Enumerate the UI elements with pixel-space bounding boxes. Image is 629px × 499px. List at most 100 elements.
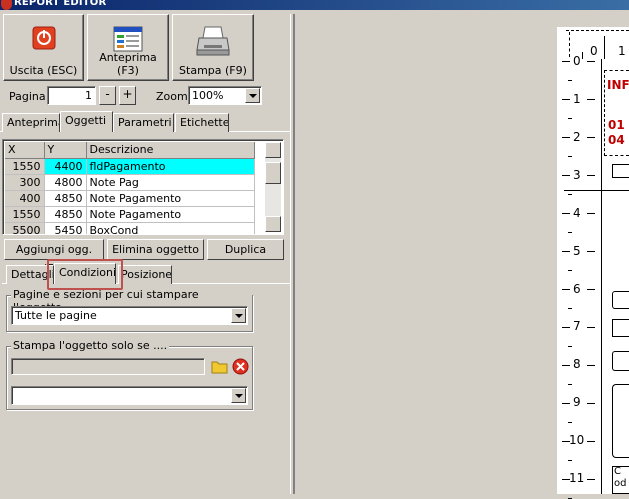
cell-description[interactable]: Note Pag (86, 174, 255, 191)
exit-button[interactable]: Uscita (ESC) (3, 14, 84, 81)
column-header-x[interactable]: X (5, 142, 45, 159)
table-row[interactable]: 1550 4400 fldPagamento (5, 158, 255, 175)
cell-x[interactable]: 300 (5, 174, 45, 191)
print-if-group-title: Stampa l'oggetto solo se .... (11, 339, 170, 352)
add-object-button[interactable]: Aggiungi ogg.(F4) (4, 239, 104, 275)
ruler-tick (562, 327, 570, 328)
scroll-down-icon[interactable] (265, 216, 281, 232)
ruler-tick (568, 194, 572, 195)
preview-line-2: 04 (608, 133, 625, 147)
tab-oggetti[interactable]: Oggetti (60, 111, 113, 132)
scroll-thumb[interactable] (265, 162, 281, 184)
ruler-tick (587, 61, 595, 62)
ruler-tick (568, 156, 572, 157)
ruler-tick (587, 99, 595, 100)
ruler-left-10: 10 (569, 433, 585, 447)
scroll-up-icon[interactable] (265, 142, 281, 158)
tab-etichette[interactable]: Etichette (175, 113, 229, 132)
ruler-tick (587, 327, 595, 328)
ruler-left-11: 11 (569, 471, 585, 485)
tab-anteprima[interactable]: Anteprima (2, 113, 60, 132)
objects-grid[interactable]: X Y Descrizione 1550 4400 fldPagamento 3… (2, 139, 284, 235)
condition-input[interactable] (11, 358, 205, 375)
ruler-tick (568, 384, 572, 385)
table-row[interactable]: 300 4800 Note Pag (5, 174, 255, 191)
delete-object-button[interactable]: Elimina oggetto (107, 239, 204, 260)
cell-y[interactable]: 4400 (44, 158, 87, 175)
power-icon (32, 26, 56, 53)
table-row[interactable]: 5500 5450 BoxCond (5, 222, 255, 234)
column-header-y[interactable]: Y (44, 142, 87, 159)
grid-scrollbar[interactable] (265, 142, 281, 232)
ruler-left-5: 5 (573, 244, 581, 258)
tab-parametri[interactable]: Parametri (113, 113, 174, 132)
ruler-tick (562, 175, 570, 176)
ruler-tick (587, 137, 595, 138)
cell-y[interactable]: 4850 (44, 190, 87, 207)
cell-y[interactable]: 4850 (44, 206, 87, 223)
ruler-tick (587, 289, 595, 290)
ruler-tick (562, 213, 570, 214)
page-prev-button[interactable]: - (99, 86, 116, 105)
preview-button[interactable]: Anteprima (F3) (87, 14, 169, 81)
table-row[interactable]: 400 4850 Note Pagamento (5, 190, 255, 207)
ruler-tick (562, 251, 570, 252)
ruler-tick (562, 99, 570, 100)
cell-y[interactable]: 4800 (44, 174, 87, 191)
cell-y[interactable]: 5450 (44, 222, 87, 234)
chevron-down-icon[interactable] (245, 88, 260, 103)
duplicate-button[interactable]: Duplica (207, 239, 284, 260)
ruler-tick (587, 403, 595, 404)
cell-x[interactable]: 1550 (5, 206, 45, 223)
ruler-left-1: 1 (573, 92, 581, 106)
cell-x[interactable]: 5500 (5, 222, 45, 234)
folder-icon[interactable] (211, 358, 228, 375)
ruler-tick (562, 365, 570, 366)
ruler-tick (587, 479, 595, 480)
ruler-left-3: 3 (573, 168, 581, 182)
delete-icon[interactable] (232, 358, 249, 375)
tab-posizione[interactable]: Posizione (118, 265, 172, 284)
chevron-down-icon[interactable] (231, 308, 246, 323)
ruler-top-0: 0 (590, 44, 598, 58)
page-next-button[interactable]: + (119, 86, 136, 105)
cell-description[interactable]: fldPagamento (86, 158, 255, 175)
page-input[interactable]: 1 (47, 86, 96, 105)
ruler-tick (562, 137, 570, 138)
ruler-tick (568, 346, 572, 347)
window-title: REPORT EDITOR (14, 0, 107, 8)
print-button[interactable]: Stampa (F9) (172, 14, 254, 81)
ruler-tick (562, 403, 570, 404)
preview-title: INF (607, 78, 629, 92)
ruler-tick (568, 460, 572, 461)
condition-select[interactable] (11, 386, 248, 405)
column-header-description[interactable]: Descrizione (86, 142, 255, 159)
ruler-tick (562, 289, 570, 290)
pages-select[interactable]: Tutte le pagine (11, 306, 248, 325)
ruler-tick (562, 61, 570, 62)
ruler-tick (587, 441, 595, 442)
ruler-left-8: 8 (573, 357, 581, 371)
page-label: Pagina (9, 90, 46, 103)
ruler-left-9: 9 (573, 395, 581, 409)
cell-description[interactable]: Note Pagamento (86, 206, 255, 223)
ruler-tick (562, 441, 570, 442)
cell-x[interactable]: 400 (5, 190, 45, 207)
app-icon (1, 0, 12, 10)
ruler-tick (568, 232, 572, 233)
preview-snippet-2: od (614, 478, 627, 489)
ruler-tick (568, 270, 572, 271)
ruler-tick (587, 251, 595, 252)
zoom-label: Zoom (156, 90, 188, 103)
table-row[interactable]: 1550 4850 Note Pagamento (5, 206, 255, 223)
cell-x[interactable]: 1550 (5, 158, 45, 175)
chevron-down-icon[interactable] (231, 388, 246, 403)
ruler-left-6: 6 (573, 282, 581, 296)
ruler-tick (587, 213, 595, 214)
preview-line-1: 01 (608, 118, 625, 132)
highlight-box (47, 259, 123, 290)
ruler-tick (568, 308, 572, 309)
zoom-select[interactable]: 100% (188, 86, 262, 105)
cell-description[interactable]: Note Pagamento (86, 190, 255, 207)
cell-description[interactable]: BoxCond (86, 222, 255, 234)
